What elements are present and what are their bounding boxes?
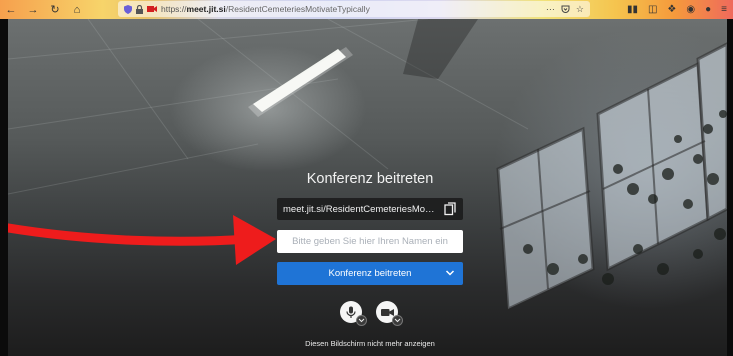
pocket-icon[interactable]	[561, 5, 570, 14]
annotation-arrow	[8, 215, 276, 265]
browser-toolbar: ← → ↻ ⌂ https://meet.jit.si/ResidentCeme…	[0, 0, 733, 19]
name-input[interactable]	[277, 230, 463, 253]
meeting-url-box: meet.jit.si/ResidentCemeteriesMotivateTy…	[277, 198, 463, 220]
url-prefix: https://	[161, 4, 187, 14]
left-border	[0, 19, 8, 356]
microphone-icon	[346, 306, 356, 318]
camera-permission-icon[interactable]	[147, 5, 157, 13]
sidebar-icon[interactable]: ◫	[648, 4, 657, 15]
dont-show-again-link[interactable]: Diesen Bildschirm nicht mehr anzeigen	[270, 339, 470, 348]
address-bar[interactable]: https://meet.jit.si/ResidentCemeteriesMo…	[118, 1, 590, 17]
extension-icon[interactable]: ❖	[667, 4, 676, 15]
url-text: https://meet.jit.si/ResidentCemeteriesMo…	[161, 4, 370, 14]
camera-scene	[8, 19, 727, 312]
account-icon[interactable]: ◉	[686, 4, 695, 15]
reload-icon[interactable]: ↻	[44, 0, 66, 19]
microphone-options-badge[interactable]	[356, 315, 367, 326]
url-host: meet.jit.si	[186, 4, 226, 14]
camera-preview	[8, 19, 727, 356]
shield-icon	[124, 4, 132, 14]
menu-icon[interactable]: ≡	[721, 4, 727, 15]
camera-icon	[380, 308, 394, 316]
page-actions-icon[interactable]: ···	[546, 4, 555, 14]
url-path: /ResidentCemeteriesMotivateTypically	[225, 4, 370, 14]
addon-icon[interactable]: ●	[705, 4, 711, 15]
camera-options-badge[interactable]	[392, 315, 403, 326]
right-border	[727, 19, 733, 356]
copy-icon[interactable]	[444, 202, 457, 216]
lock-icon	[136, 4, 143, 14]
meeting-url-text: meet.jit.si/ResidentCemeteriesMotivateTy…	[283, 203, 435, 215]
join-meeting-button[interactable]: Konferenz beitreten	[277, 262, 463, 285]
toolbar-extensions: ▮▮ ◫ ❖ ◉ ● ≡	[627, 0, 727, 19]
home-icon[interactable]: ⌂	[66, 0, 88, 19]
star-icon[interactable]: ☆	[576, 4, 584, 15]
microphone-toggle[interactable]	[340, 301, 367, 326]
chevron-down-icon[interactable]	[445, 267, 455, 279]
join-button-label: Konferenz beitreten	[328, 268, 412, 279]
page-title: Konferenz beitreten	[306, 171, 434, 187]
library-icon[interactable]: ▮▮	[627, 4, 638, 15]
camera-toggle[interactable]	[376, 301, 403, 326]
forward-arrow-icon[interactable]: →	[22, 0, 44, 19]
back-arrow-icon[interactable]: ←	[0, 0, 22, 19]
address-bar-actions: ··· ☆	[546, 1, 584, 17]
